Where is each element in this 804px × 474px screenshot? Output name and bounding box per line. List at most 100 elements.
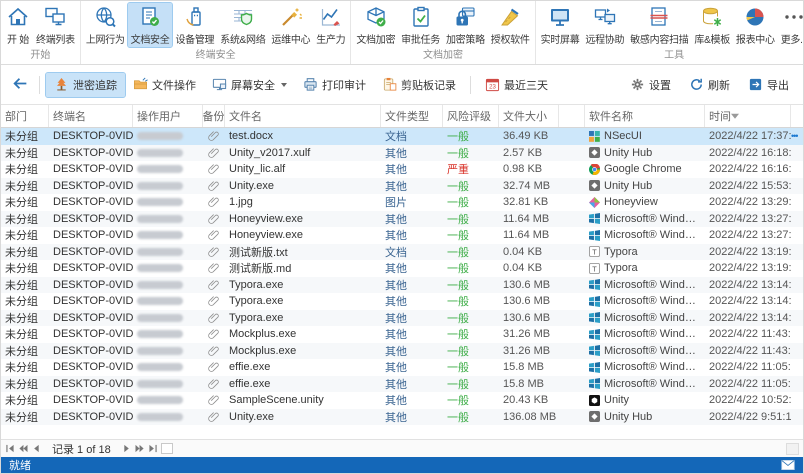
cell-backup[interactable] (203, 293, 225, 310)
ribbon-button[interactable]: 授权软件 (488, 3, 533, 47)
table-row[interactable]: 未分组 DESKTOP-0VIDMDJ Typora.exe 其他 一般 130… (1, 309, 803, 327)
toolbar-right-button[interactable]: 刷新 (681, 73, 738, 97)
row-more-menu[interactable] (791, 359, 803, 376)
ribbon-button[interactable]: 敏感内容扫描 (627, 3, 691, 47)
cell-backup[interactable] (203, 359, 225, 376)
row-more-menu[interactable] (791, 211, 803, 228)
row-more-menu[interactable] (791, 310, 803, 327)
column-header-software[interactable]: 软件名称 (585, 105, 705, 127)
row-more-menu[interactable] (791, 227, 803, 244)
toolbar-button[interactable]: 剪贴板记录 (374, 73, 464, 97)
ribbon-button[interactable]: 加密策略 (443, 3, 488, 47)
table-row[interactable]: 未分组 DESKTOP-0VIDMDJ Honeyview.exe 其他 一般 … (1, 210, 803, 228)
cell-backup[interactable] (203, 227, 225, 244)
cell-backup[interactable] (203, 343, 225, 360)
cell-backup[interactable] (203, 145, 225, 162)
cell-backup[interactable] (203, 392, 225, 409)
ribbon-button[interactable]: 运维中心 (268, 3, 313, 47)
column-header-filetype[interactable]: 文件类型 (381, 105, 443, 127)
toolbar-button[interactable]: 泄密追踪 (45, 71, 126, 98)
table-row[interactable]: 未分组 DESKTOP-0VIDMDJ Unity_v2017.xulf 其他 … (1, 144, 803, 162)
row-more-menu[interactable] (791, 178, 803, 195)
table-row[interactable]: 未分组 DESKTOP-0VIDMDJ Typora.exe 其他 一般 130… (1, 276, 803, 294)
cell-backup[interactable] (203, 409, 225, 426)
row-more-menu[interactable] (791, 260, 803, 277)
ribbon-button[interactable]: 文档加密 (353, 3, 398, 47)
pager-new-record-button[interactable] (160, 443, 173, 454)
column-header-time[interactable]: 时间 (705, 105, 791, 127)
pager-first-button[interactable] (5, 444, 15, 453)
ribbon-button[interactable]: 报表中心 (733, 3, 778, 47)
cell-backup[interactable] (203, 260, 225, 277)
toolbar-button[interactable]: 文件操作 (125, 73, 204, 97)
table-row[interactable]: 未分组 DESKTOP-0VIDMDJ effie.exe 其他 一般 15.8… (1, 359, 803, 376)
cell-backup[interactable] (203, 161, 225, 178)
row-more-menu[interactable] (791, 392, 803, 409)
row-more-menu[interactable] (791, 277, 803, 294)
toolbar-button[interactable]: 屏幕安全 (204, 73, 295, 97)
toolbar-button[interactable]: 23 最近三天 (477, 73, 556, 97)
table-row[interactable]: 未分组 DESKTOP-0VIDMDJ test.docx 文档 一般 36.4… (1, 128, 803, 145)
row-more-menu[interactable] (791, 343, 803, 360)
ribbon-button[interactable]: 设备管理 (172, 3, 217, 47)
ribbon-button[interactable]: 系统&网络 (217, 3, 268, 47)
pager-next-button[interactable] (122, 444, 132, 453)
table-row[interactable]: 未分组 DESKTOP-0VIDMDJ 1.jpg 图片 一般 32.81 KB… (1, 194, 803, 211)
toolbar-button[interactable]: 打印审计 (295, 73, 374, 97)
row-more-menu[interactable] (791, 145, 803, 162)
cell-backup[interactable] (203, 211, 225, 228)
row-more-menu[interactable] (791, 326, 803, 343)
table-row[interactable]: 未分组 DESKTOP-0VIDMDJ Typora.exe 其他 一般 130… (1, 293, 803, 310)
column-header-blank[interactable] (559, 105, 585, 127)
row-more-menu[interactable] (791, 293, 803, 310)
ribbon-button[interactable]: 更多... (778, 3, 803, 47)
table-row[interactable]: 未分组 DESKTOP-0VIDMDJ Honeyview.exe 其他 一般 … (1, 227, 803, 244)
table-row[interactable]: 未分组 DESKTOP-0VIDMDJ Unity_lic.alf 其他 严重 … (1, 161, 803, 178)
pager-last-button[interactable] (148, 444, 158, 453)
column-header-filename[interactable]: 文件名 (225, 105, 381, 127)
column-header-risk[interactable]: 风险评级 (443, 105, 499, 127)
toolbar-right-button[interactable]: 导出 (740, 73, 797, 97)
cell-backup[interactable] (203, 376, 225, 393)
pager-prev-page-button[interactable] (18, 444, 28, 453)
ribbon-button[interactable]: 上网行为 (83, 3, 128, 47)
cell-backup[interactable] (203, 244, 225, 261)
cell-backup[interactable] (203, 326, 225, 343)
cell-backup[interactable] (203, 277, 225, 294)
pager-prev-button[interactable] (31, 444, 41, 453)
column-header-backup[interactable]: 备份 (203, 105, 225, 127)
table-row[interactable]: 未分组 DESKTOP-0VIDMDJ Unity.exe 其他 一般 136.… (1, 408, 803, 426)
row-more-menu[interactable] (791, 376, 803, 393)
cell-backup[interactable] (203, 310, 225, 327)
column-header-terminal[interactable]: 终端名 (49, 105, 133, 127)
table-row[interactable]: 未分组 DESKTOP-0VIDMDJ effie.exe 其他 一般 15.8… (1, 375, 803, 393)
row-more-menu[interactable]: ••• (791, 128, 803, 145)
row-more-menu[interactable] (791, 161, 803, 178)
back-button[interactable] (7, 73, 33, 97)
cell-backup[interactable] (203, 178, 225, 195)
row-more-menu[interactable] (791, 244, 803, 261)
cell-backup[interactable] (203, 194, 225, 211)
ribbon-button[interactable]: 开 始 (3, 3, 33, 47)
sort-descending-icon[interactable] (731, 113, 739, 119)
ribbon-button[interactable]: 远程协助 (582, 3, 627, 47)
table-row[interactable]: 未分组 DESKTOP-0VIDMDJ Unity.exe 其他 一般 32.7… (1, 177, 803, 195)
cell-backup[interactable] (203, 128, 225, 145)
column-header-user[interactable]: 操作用户 (133, 105, 203, 127)
ribbon-button[interactable]: 库&模板 (691, 3, 732, 47)
ribbon-button[interactable]: 实时屏幕 (538, 3, 583, 47)
ribbon-button[interactable]: 文档安全 (126, 2, 174, 48)
row-more-menu[interactable] (791, 194, 803, 211)
message-icon[interactable] (781, 460, 795, 470)
table-row[interactable]: 未分组 DESKTOP-0VIDMDJ Mockplus.exe 其他 一般 3… (1, 326, 803, 343)
column-header-filesize[interactable]: 文件大小 (499, 105, 559, 127)
ribbon-button[interactable]: 终端列表 (33, 3, 78, 47)
pager-next-page-button[interactable] (135, 444, 145, 453)
column-header-department[interactable]: 部门 (1, 105, 49, 127)
table-row[interactable]: 未分组 DESKTOP-0VIDMDJ 测试新版.txt 文档 一般 0.04 … (1, 243, 803, 261)
table-row[interactable]: 未分组 DESKTOP-0VIDMDJ 测试新版.md 其他 一般 0.04 K… (1, 260, 803, 277)
ribbon-button[interactable]: 生产力 (313, 3, 348, 47)
table-row[interactable]: 未分组 DESKTOP-0VIDMDJ Mockplus.exe 其他 一般 3… (1, 342, 803, 360)
table-row[interactable]: 未分组 DESKTOP-0VIDMDJ SampleScene.unity 其他… (1, 392, 803, 409)
ribbon-button[interactable]: 审批任务 (398, 3, 443, 47)
